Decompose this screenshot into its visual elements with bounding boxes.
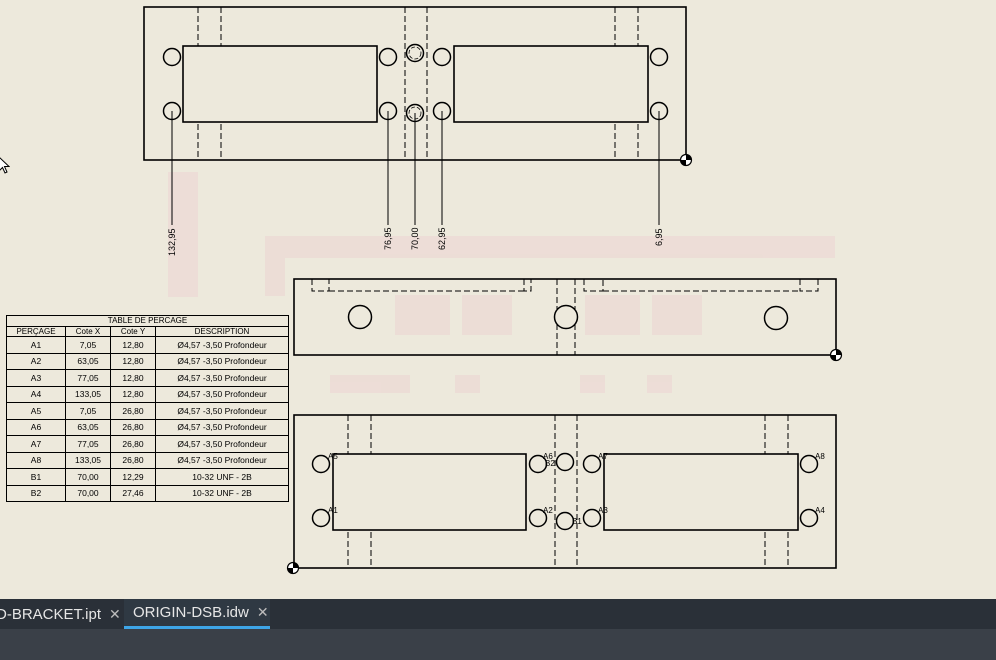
cell-description: Ø4,57 -3,50 Profondeur	[155, 435, 289, 453]
tag-a4: A4	[815, 506, 825, 515]
table-row: A6 63,05 26,80 Ø4,57 -3,50 Profondeur	[6, 418, 289, 436]
hole-table-title: TABLE DE PERCAGE	[6, 315, 289, 327]
cell-cote-x: 63,05	[65, 418, 111, 436]
cell-cote-y: 26,80	[110, 435, 156, 453]
front-view[interactable]	[293, 414, 837, 569]
col-header-cote-y: Cote Y	[110, 326, 156, 337]
tab-label: ORIGIN-DSB.idw	[133, 604, 249, 621]
cell-cote-y: 12,29	[110, 468, 156, 486]
table-row: A4 133,05 12,80 Ø4,57 -3,50 Profondeur	[6, 385, 289, 403]
tab-d-bracket[interactable]: D-BRACKET.ipt ✕	[0, 599, 127, 629]
side-view[interactable]	[293, 278, 837, 356]
cell-cote-y: 12,80	[110, 369, 156, 387]
dim-132-95: 132,95	[167, 228, 177, 256]
cell-cote-x: 77,05	[65, 369, 111, 387]
cell-description: Ø4,57 -3,50 Profondeur	[155, 451, 289, 469]
tag-a7: A7	[598, 452, 608, 461]
col-header-cote-x: Cote X	[65, 326, 111, 337]
cell-hole-id: A6	[6, 418, 66, 436]
cell-cote-y: 26,80	[110, 451, 156, 469]
cell-description: Ø4,57 -3,50 Profondeur	[155, 369, 289, 387]
table-row: A3 77,05 12,80 Ø4,57 -3,50 Profondeur	[6, 369, 289, 387]
cell-cote-x: 63,05	[65, 352, 111, 370]
col-header-percage: PERÇAGE	[6, 326, 66, 337]
cell-cote-y: 12,80	[110, 336, 156, 354]
cell-description: Ø4,57 -3,50 Profondeur	[155, 402, 289, 420]
origin-marker-top	[679, 153, 693, 167]
table-row: B1 70,00 12,29 10-32 UNF - 2B	[6, 468, 289, 486]
document-tab-bar: D-BRACKET.ipt ✕ ORIGIN-DSB.idw ✕	[0, 599, 996, 629]
table-row: A2 63,05 12,80 Ø4,57 -3,50 Profondeur	[6, 352, 289, 370]
cell-cote-x: 70,00	[65, 484, 111, 502]
close-icon[interactable]: ✕	[109, 606, 121, 623]
close-icon[interactable]: ✕	[257, 604, 269, 621]
dim-76-95: 76,95	[383, 227, 393, 250]
tag-a1: A1	[328, 506, 338, 515]
cell-cote-y: 26,80	[110, 418, 156, 436]
tag-b2: B2	[545, 459, 555, 468]
cell-hole-id: A4	[6, 385, 66, 403]
cell-description: 10-32 UNF - 2B	[155, 468, 289, 486]
cell-hole-id: A8	[6, 451, 66, 469]
cell-cote-x: 77,05	[65, 435, 111, 453]
cell-cote-x: 133,05	[65, 385, 111, 403]
tag-a2: A2	[543, 506, 553, 515]
drawing-sheet[interactable]: 132,95 76,95 70,00 62,95 6,95 A5 A6 B2 A…	[0, 0, 996, 600]
table-row: A8 133,05 26,80 Ø4,57 -3,50 Profondeur	[6, 451, 289, 469]
cell-description: Ø4,57 -3,50 Profondeur	[155, 418, 289, 436]
mouse-cursor-icon	[0, 157, 10, 174]
cell-description: 10-32 UNF - 2B	[155, 484, 289, 502]
cell-description: Ø4,57 -3,50 Profondeur	[155, 336, 289, 354]
cell-description: Ø4,57 -3,50 Profondeur	[155, 352, 289, 370]
cell-hole-id: A3	[6, 369, 66, 387]
top-view[interactable]	[143, 6, 687, 225]
table-row: A5 7,05 26,80 Ø4,57 -3,50 Profondeur	[6, 402, 289, 420]
cell-cote-x: 133,05	[65, 451, 111, 469]
hole-table[interactable]: TABLE DE PERCAGE PERÇAGE Cote X Cote Y D…	[6, 315, 289, 502]
cell-description: Ø4,57 -3,50 Profondeur	[155, 385, 289, 403]
cell-hole-id: A5	[6, 402, 66, 420]
tag-a3: A3	[598, 506, 608, 515]
cell-hole-id: B2	[6, 484, 66, 502]
cell-hole-id: A2	[6, 352, 66, 370]
cell-cote-y: 12,80	[110, 385, 156, 403]
cell-hole-id: A7	[6, 435, 66, 453]
cell-cote-y: 12,80	[110, 352, 156, 370]
cell-hole-id: A1	[6, 336, 66, 354]
tag-a8: A8	[815, 452, 825, 461]
cell-cote-x: 70,00	[65, 468, 111, 486]
dim-62-95: 62,95	[437, 227, 447, 250]
col-header-description: DESCRIPTION	[155, 326, 289, 337]
table-row: B2 70,00 27,46 10-32 UNF - 2B	[6, 484, 289, 502]
cell-cote-x: 7,05	[65, 336, 111, 354]
origin-marker-side	[829, 348, 843, 362]
origin-marker-front	[286, 561, 300, 575]
dim-70-00: 70,00	[410, 227, 420, 250]
table-row: A1 7,05 12,80 Ø4,57 -3,50 Profondeur	[6, 336, 289, 354]
dim-6-95: 6,95	[654, 228, 664, 246]
cell-hole-id: B1	[6, 468, 66, 486]
tag-a5: A5	[328, 452, 338, 461]
tag-b1: B1	[572, 517, 582, 526]
table-row: A7 77,05 26,80 Ø4,57 -3,50 Profondeur	[6, 435, 289, 453]
cell-cote-y: 27,46	[110, 484, 156, 502]
cell-cote-x: 7,05	[65, 402, 111, 420]
tab-origin-dsb[interactable]: ORIGIN-DSB.idw ✕	[124, 599, 270, 629]
status-bar	[0, 629, 996, 660]
cell-cote-y: 26,80	[110, 402, 156, 420]
tab-label: D-BRACKET.ipt	[0, 605, 102, 623]
